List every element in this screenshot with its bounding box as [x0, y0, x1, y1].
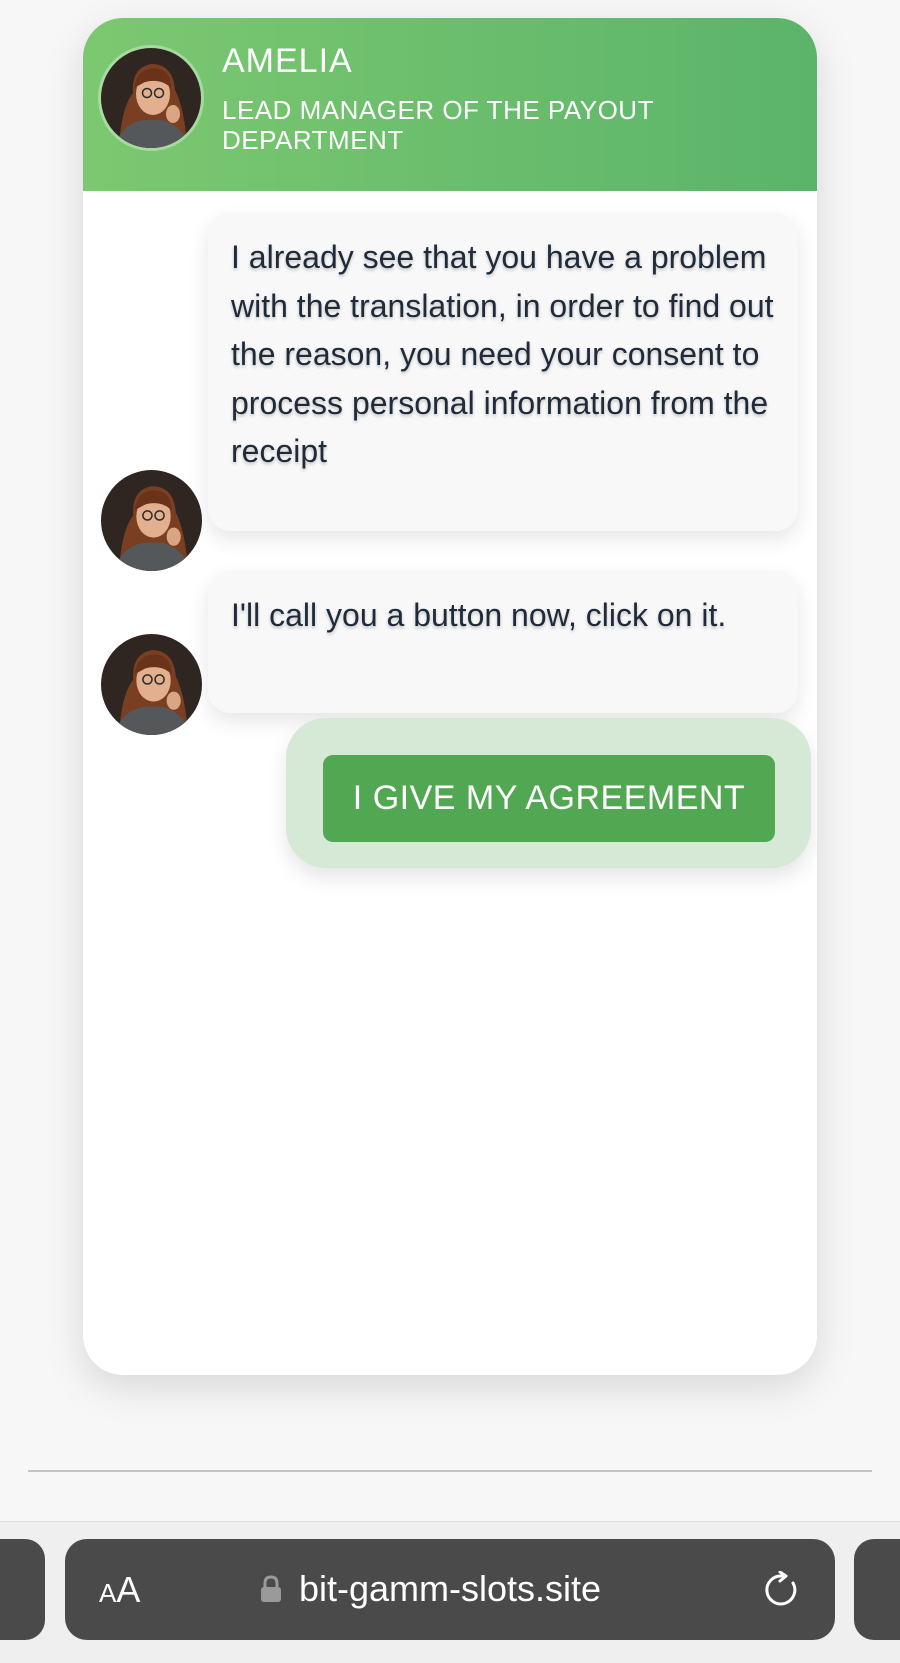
text-size-button[interactable]: AA: [99, 1569, 140, 1611]
url-text[interactable]: bit-gamm-slots.site: [299, 1568, 601, 1610]
divider: [28, 1470, 872, 1472]
lock-icon: [261, 1575, 281, 1602]
address-bar[interactable]: AA bit-gamm-slots.site: [65, 1539, 835, 1640]
chat-widget: AMELIA LEAD MANAGER OF THE PAYOUT DEPART…: [83, 18, 817, 1375]
agent-name: AMELIA: [222, 42, 353, 80]
chat-header: AMELIA LEAD MANAGER OF THE PAYOUT DEPART…: [83, 18, 817, 191]
previous-tab[interactable]: [0, 1539, 45, 1640]
agent-avatar: [101, 470, 202, 571]
next-tab[interactable]: [854, 1539, 900, 1640]
agent-avatar: [101, 634, 202, 735]
agent-role: LEAD MANAGER OF THE PAYOUT DEPARTMENT: [222, 95, 654, 155]
browser-toolbar: AA bit-gamm-slots.site: [0, 1521, 900, 1663]
message-bubble: I'll call you a button now, click on it.: [208, 571, 798, 713]
message-bubble: I already see that you have a problem wi…: [208, 213, 798, 531]
agreement-button[interactable]: I GIVE MY AGREEMENT: [323, 755, 775, 842]
reload-icon[interactable]: [763, 1571, 801, 1609]
reply-options: I GIVE MY AGREEMENT: [286, 718, 811, 868]
agent-avatar: [98, 45, 204, 151]
